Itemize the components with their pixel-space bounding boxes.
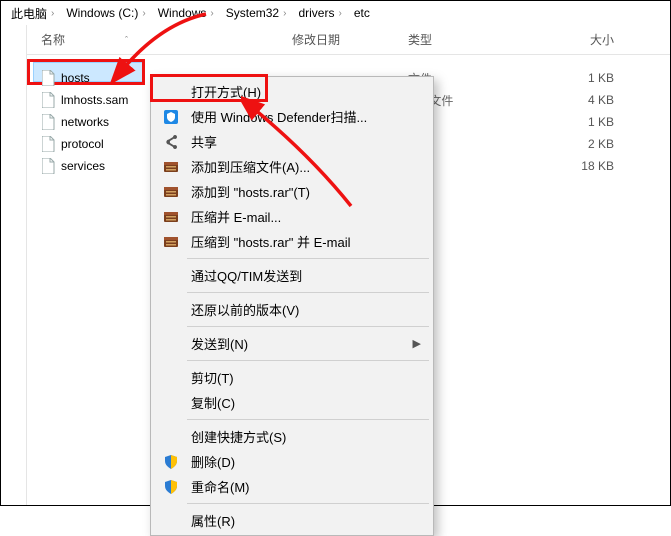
context-menu-item[interactable]: 压缩并 E-mail... xyxy=(153,204,431,229)
context-menu-item[interactable]: 还原以前的版本(V) xyxy=(153,297,431,322)
rar-icon xyxy=(161,208,181,226)
context-menu: 打开方式(H) 使用 Windows Defender扫描... 共享添加到压缩文件… xyxy=(150,76,434,536)
shield-icon xyxy=(161,478,181,496)
context-menu-item[interactable]: 压缩到 "hosts.rar" 并 E-mail xyxy=(153,229,431,254)
share-icon xyxy=(161,133,181,151)
context-menu-separator xyxy=(187,503,429,504)
context-menu-item[interactable]: 共享 xyxy=(153,129,431,154)
file-name-label: networks xyxy=(61,115,109,129)
menu-icon-placeholder xyxy=(161,428,181,446)
menu-icon-placeholder xyxy=(161,369,181,387)
menu-icon-placeholder xyxy=(161,83,181,101)
column-name[interactable]: 名称 ˆ xyxy=(27,31,292,48)
rar-icon xyxy=(161,183,181,201)
column-date[interactable]: 修改日期 xyxy=(292,31,408,48)
context-menu-label: 复制(C) xyxy=(191,393,421,412)
file-name-label: hosts xyxy=(61,71,90,85)
menu-icon-placeholder xyxy=(161,301,181,319)
column-size[interactable]: 大小 xyxy=(528,31,638,48)
context-menu-label: 压缩并 E-mail... xyxy=(191,207,421,226)
context-menu-label: 打开方式(H) xyxy=(191,82,421,101)
menu-icon-placeholder xyxy=(161,335,181,353)
menu-icon-placeholder xyxy=(161,512,181,530)
column-headers: 名称 ˆ 修改日期 类型 大小 xyxy=(27,25,670,55)
breadcrumb-item[interactable]: Windows (C:)› xyxy=(62,4,149,22)
breadcrumb-item[interactable]: System32› xyxy=(222,4,291,22)
context-menu-label: 通过QQ/TIM发送到 xyxy=(191,266,421,285)
file-icon xyxy=(41,70,55,86)
context-menu-label: 属性(R) xyxy=(191,511,421,530)
context-menu-item[interactable]: 重命名(M) xyxy=(153,474,431,499)
context-menu-item[interactable]: 添加到 "hosts.rar"(T) xyxy=(153,179,431,204)
context-menu-item[interactable]: 使用 Windows Defender扫描... xyxy=(153,104,431,129)
menu-icon-placeholder xyxy=(161,394,181,412)
breadcrumb-item[interactable]: 此电脑› xyxy=(7,3,58,24)
context-menu-item[interactable]: 删除(D) xyxy=(153,449,431,474)
context-menu-label: 添加到 "hosts.rar"(T) xyxy=(191,182,421,201)
rar-icon xyxy=(161,158,181,176)
context-menu-item[interactable]: 发送到(N) ▶ xyxy=(153,331,431,356)
context-menu-separator xyxy=(187,360,429,361)
chevron-right-icon: › xyxy=(338,8,341,19)
context-menu-label: 发送到(N) xyxy=(191,334,403,353)
context-menu-item[interactable]: 打开方式(H) xyxy=(153,79,431,104)
context-menu-separator xyxy=(187,292,429,293)
context-menu-separator xyxy=(187,419,429,420)
context-menu-label: 删除(D) xyxy=(191,452,421,471)
breadcrumb-item[interactable]: drivers› xyxy=(294,4,345,22)
file-name-label: protocol xyxy=(61,137,104,151)
context-menu-item[interactable]: 创建快捷方式(S) xyxy=(153,424,431,449)
context-menu-item[interactable]: 剪切(T) xyxy=(153,365,431,390)
context-menu-item[interactable]: 复制(C) xyxy=(153,390,431,415)
file-size-label: 2 KB xyxy=(528,137,638,151)
shield-icon xyxy=(161,453,181,471)
breadcrumb-item[interactable]: etc xyxy=(350,4,374,22)
file-size-label: 18 KB xyxy=(528,159,638,173)
file-icon xyxy=(41,158,55,174)
file-size-label: 1 KB xyxy=(528,71,638,85)
context-menu-label: 还原以前的版本(V) xyxy=(191,300,421,319)
chevron-right-icon: › xyxy=(210,8,213,19)
context-menu-label: 重命名(M) xyxy=(191,477,421,496)
chevron-right-icon: › xyxy=(51,8,54,19)
file-name-label: services xyxy=(61,159,105,173)
context-menu-label: 共享 xyxy=(191,132,421,151)
context-menu-separator xyxy=(187,326,429,327)
context-menu-item[interactable]: 添加到压缩文件(A)... xyxy=(153,154,431,179)
breadcrumb: 此电脑› Windows (C:)› Windows› System32› dr… xyxy=(1,1,670,25)
chevron-right-icon: › xyxy=(283,8,286,19)
file-size-label: 4 KB xyxy=(528,93,638,107)
file-size-label: 1 KB xyxy=(528,115,638,129)
rar-icon xyxy=(161,233,181,251)
context-menu-label: 剪切(T) xyxy=(191,368,421,387)
file-icon xyxy=(41,114,55,130)
chevron-right-icon: › xyxy=(142,8,145,19)
file-name-label: lmhosts.sam xyxy=(61,93,128,107)
context-menu-label: 创建快捷方式(S) xyxy=(191,427,421,446)
context-menu-label: 添加到压缩文件(A)... xyxy=(191,157,421,176)
context-menu-label: 使用 Windows Defender扫描... xyxy=(191,107,421,126)
chevron-right-icon: ▶ xyxy=(413,337,421,350)
file-icon xyxy=(41,92,55,108)
column-type[interactable]: 类型 xyxy=(408,31,528,48)
sort-indicator-icon: ˆ xyxy=(125,35,128,45)
context-menu-item[interactable]: 属性(R) xyxy=(153,508,431,533)
context-menu-label: 压缩到 "hosts.rar" 并 E-mail xyxy=(191,232,421,251)
context-menu-separator xyxy=(187,258,429,259)
folder-tree-pane[interactable] xyxy=(1,25,27,505)
menu-icon-placeholder xyxy=(161,267,181,285)
context-menu-item[interactable]: 通过QQ/TIM发送到 xyxy=(153,263,431,288)
file-icon xyxy=(41,136,55,152)
defender-icon xyxy=(161,108,181,126)
breadcrumb-item[interactable]: Windows› xyxy=(154,4,218,22)
